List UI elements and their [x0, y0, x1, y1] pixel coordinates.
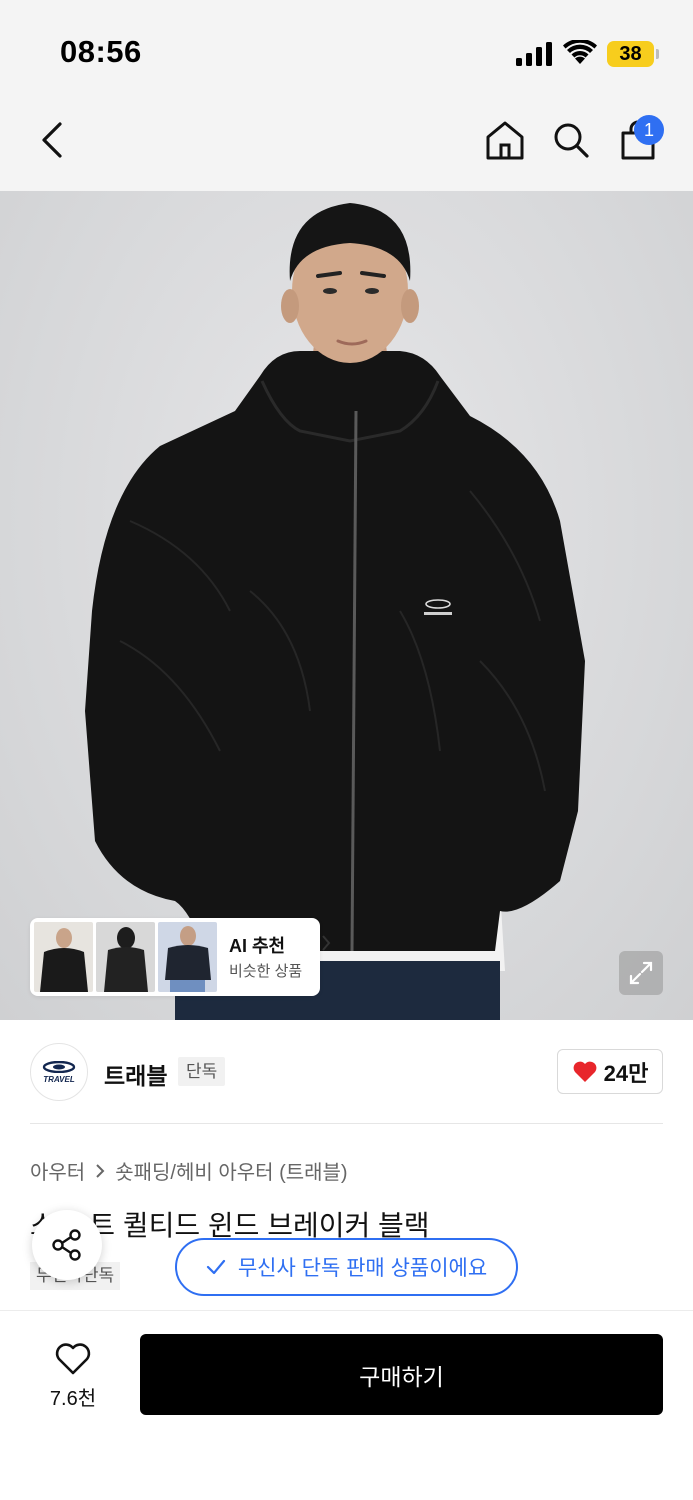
- thumbnail-image-3: [158, 922, 217, 992]
- similar-product-thumbnail[interactable]: [158, 922, 217, 992]
- product-photo-illustration: [85, 203, 585, 1020]
- back-button[interactable]: [28, 116, 76, 164]
- home-icon: [486, 121, 524, 160]
- similar-product-thumbnail[interactable]: [96, 922, 155, 992]
- wifi-icon: [563, 40, 597, 64]
- cart-badge: 1: [634, 115, 664, 145]
- brand-like-count: 24만: [603, 1060, 649, 1086]
- chevron-right-icon: [321, 934, 331, 957]
- cellular-signal-icon: [516, 42, 552, 66]
- battery-percent: 38: [619, 43, 642, 65]
- search-icon: [554, 123, 589, 158]
- brand-logo[interactable]: TRAVEL: [30, 1043, 88, 1101]
- wishlist-count: 7.6천: [49, 1387, 97, 1410]
- thumbnail-image-1: [34, 922, 93, 992]
- ai-recommend-title: AI 추천: [229, 936, 286, 956]
- search-button[interactable]: [547, 116, 595, 164]
- chevron-right-icon: [96, 1163, 105, 1178]
- breadcrumb-item[interactable]: 아우터: [30, 1156, 85, 1185]
- share-icon: [52, 1229, 81, 1261]
- heart-outline-icon: [55, 1342, 91, 1374]
- brand-logo-mark-icon: [42, 1060, 76, 1073]
- thumbnail-image-2: [96, 922, 155, 992]
- brand-logo-text: TRAVEL: [43, 1074, 75, 1084]
- expand-image-button[interactable]: [619, 951, 663, 995]
- heart-filled-icon: [573, 1061, 597, 1082]
- chevron-left-icon: [42, 122, 62, 158]
- buy-button[interactable]: 구매하기: [140, 1334, 663, 1415]
- ai-recommend-card[interactable]: AI 추천 비슷한 상품: [30, 918, 331, 996]
- similar-product-thumbnail[interactable]: [34, 922, 93, 992]
- wishlist-button[interactable]: 7.6천: [30, 1336, 116, 1416]
- expand-icon: [629, 961, 653, 985]
- share-button[interactable]: [32, 1210, 102, 1280]
- ai-recommend-subtitle: 비슷한 상품: [229, 963, 303, 980]
- breadcrumb-item[interactable]: 숏패딩/헤비 아우터 (트래블): [115, 1156, 347, 1185]
- exclusive-notice-text: 무신사 단독 판매 상품이에요: [237, 1257, 488, 1280]
- breadcrumb: 아우터 숏패딩/헤비 아우터 (트래블): [30, 1156, 348, 1185]
- product-image[interactable]: [0, 191, 693, 1020]
- status-bar: 08:56 38: [0, 0, 693, 100]
- brand-name[interactable]: 트래블: [104, 1057, 167, 1091]
- divider: [30, 1123, 663, 1124]
- home-button[interactable]: [481, 116, 529, 164]
- exclusive-notice-toast: 무신사 단독 판매 상품이에요: [175, 1238, 518, 1296]
- status-time: 08:56: [60, 34, 142, 69]
- battery-tip: [656, 49, 659, 59]
- brand-exclusive-tag: 단독: [178, 1057, 226, 1086]
- brand-like-button[interactable]: 24만: [557, 1049, 663, 1094]
- battery-indicator: 38: [607, 41, 659, 67]
- checkmark-icon: [206, 1259, 225, 1275]
